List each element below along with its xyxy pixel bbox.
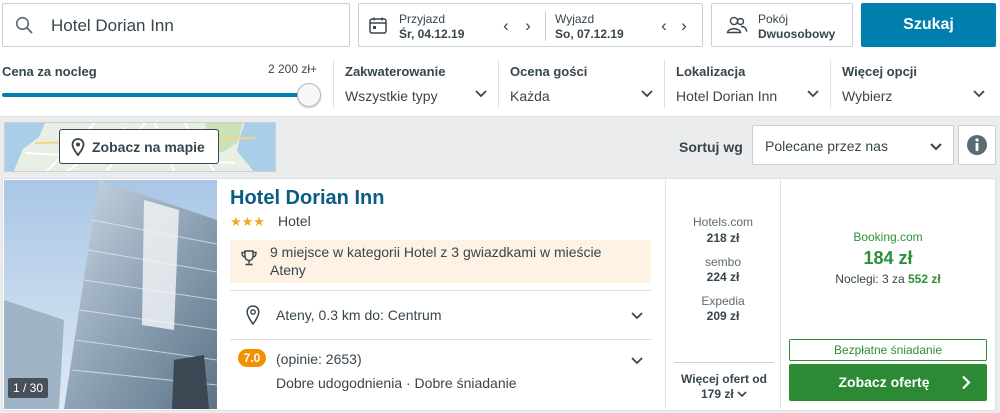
more-filter-title: Więcej opcji [842,64,918,79]
location-pin-icon [246,305,260,325]
sort-info-button[interactable] [958,125,996,165]
chevron-down-icon[interactable] [474,86,488,100]
checkin-value[interactable]: Śr, 04.12.19 [399,27,464,41]
rating-count: (opinie: 2653) [276,351,362,367]
filter-divider [333,60,334,108]
search-button[interactable]: Szukaj [861,3,996,47]
rating-filter-value[interactable]: Każda [510,88,550,104]
sort-value: Polecane przez nas [765,138,888,154]
rating-score-badge: 7.0 [238,349,266,367]
checkin-next-button[interactable]: › [521,17,535,35]
more-deals-label: Więcej ofert od [681,372,767,386]
deal-price[interactable]: 224 zł [665,270,781,284]
checkout-next-button[interactable]: › [677,17,691,35]
location-filter-value[interactable]: Hotel Dorian Inn [676,88,777,104]
deal-price[interactable]: 209 zł [665,309,781,323]
location-text: Ateny, 0.3 km do: Centrum [276,307,442,323]
info-icon [967,135,987,155]
checkout-value[interactable]: So, 07.12.19 [555,27,624,41]
best-deal-price[interactable]: 184 zł [790,248,986,269]
nights-prefix: Noclegi: 3 za [835,272,905,286]
calendar-icon [369,17,387,34]
location-filter-title: Lokalizacja [676,64,746,79]
room-selector[interactable]: Pokój Dwuosobowy [711,3,853,47]
guests-icon [726,16,748,34]
trophy-icon [241,250,257,266]
sort-select[interactable]: Polecane przez nas [752,125,954,165]
hotel-photo[interactable] [4,180,217,409]
chevron-down-icon[interactable] [630,308,644,322]
chevron-right-icon [962,375,971,390]
price-filter-title: Cena za nocleg [2,64,97,79]
view-deal-label: Zobacz ofertę [838,374,930,390]
nights-total-price: 552 zł [908,272,941,286]
deal-price[interactable]: 218 zł [665,231,781,245]
room-value: Dwuosobowy [758,27,836,41]
row-divider [230,339,651,340]
checkout-label: Wyjazd [555,12,595,26]
sort-label: Sortuj wg [679,139,743,155]
hotel-image [4,180,217,409]
accommodation-filter-title: Zakwaterowanie [345,64,446,79]
checkin-prev-button[interactable]: ‹ [499,17,513,35]
rating-description: Dobre udogodnienia · Dobre śniadanie [276,375,517,391]
deal-site[interactable]: sembo [665,255,781,269]
view-deal-button[interactable]: Zobacz ofertę [789,364,987,401]
rating-filter-title: Ocena gości [510,64,588,79]
show-on-map-button[interactable]: Zobacz na mapie [59,129,219,164]
accommodation-type: Hotel [278,213,311,229]
best-deal-site[interactable]: Booking.com [790,230,986,244]
chevron-down-icon[interactable] [972,86,986,100]
free-breakfast-tag: Bezpłatne śniadanie [789,339,987,361]
search-input[interactable]: Hotel Dorian Inn [2,3,350,47]
hotel-name-link[interactable]: Hotel Dorian Inn [230,187,384,210]
show-on-map-label: Zobacz na mapie [92,139,205,155]
price-max-label: 2 200 zł+ [268,62,318,76]
search-icon [15,16,33,34]
chevron-down-icon[interactable] [806,86,820,100]
ranking-badge: 9 miejsce w kategorii Hotel z 3 gwiazdka… [230,240,651,283]
filter-bar [0,52,1000,117]
more-deals-button[interactable]: Więcej ofert od 179 zł [674,362,774,406]
chevron-down-icon [930,143,942,151]
room-label: Pokój [758,12,789,26]
date-picker[interactable]: Przyjazd Śr, 04.12.19 ‹ › Wyjazd So, 07.… [358,3,703,47]
chevron-down-icon[interactable] [630,353,644,367]
accommodation-filter-value[interactable]: Wszystkie typy [345,88,438,104]
chevron-down-icon [737,391,747,398]
photo-counter: 1 / 30 [8,378,49,398]
price-slider-track[interactable] [2,93,307,97]
row-divider [230,290,651,291]
more-filter-value[interactable]: Wybierz [842,88,892,104]
filter-divider [498,60,499,108]
nights-total: Noclegi: 3 za 552 zł [790,272,986,286]
map-pin-icon [71,138,85,156]
more-deals-price-row: 179 zł [674,387,774,401]
filter-divider [830,60,831,108]
chevron-down-icon[interactable] [640,86,654,100]
deal-site[interactable]: Expedia [665,294,781,308]
filter-divider [664,60,665,108]
deal-site[interactable]: Hotels.com [665,215,781,229]
checkout-prev-button[interactable]: ‹ [657,17,671,35]
price-slider-handle[interactable] [297,83,321,107]
date-divider [545,11,546,41]
ranking-text: 9 miejsce w kategorii Hotel z 3 gwiazdka… [270,244,602,278]
more-deals-price: 179 zł [700,387,734,401]
checkin-label: Przyjazd [399,12,446,26]
search-query: Hotel Dorian Inn [51,16,174,35]
star-rating: ★★★ [230,214,265,229]
